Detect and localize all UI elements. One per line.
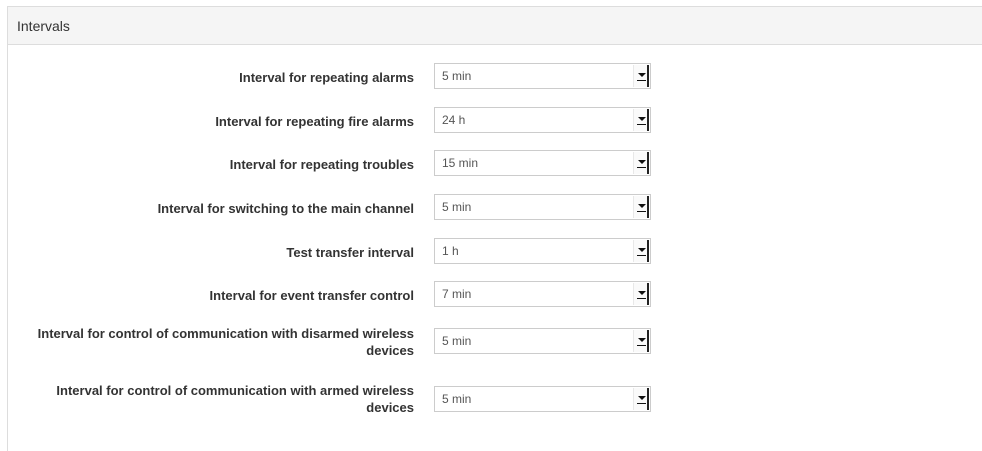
chevron-down-icon[interactable] bbox=[633, 330, 649, 352]
field-label: Interval for switching to the main chann… bbox=[157, 201, 414, 216]
form-row-switch-main-channel: Interval for switching to the main chann… bbox=[8, 194, 668, 222]
chevron-down-icon[interactable] bbox=[633, 152, 649, 174]
chevron-down-icon[interactable] bbox=[633, 109, 649, 131]
form-row-repeating-fire-alarms: Interval for repeating fire alarms 24 h bbox=[8, 107, 668, 135]
field-label: Interval for event transfer control bbox=[209, 288, 414, 303]
form-row-repeating-troubles: Interval for repeating troubles 15 min bbox=[8, 150, 668, 178]
field-label: Interval for control of communication wi… bbox=[56, 383, 414, 415]
form-row-test-transfer: Test transfer interval 1 h bbox=[8, 238, 668, 266]
field-label: Interval for repeating troubles bbox=[229, 157, 414, 172]
select-value: 1 h bbox=[442, 244, 459, 258]
panel-header: Intervals bbox=[8, 7, 982, 45]
form-row-repeating-alarms: Interval for repeating alarms 5 min bbox=[8, 63, 668, 91]
panel-title: Intervals bbox=[17, 18, 70, 34]
chevron-down-icon[interactable] bbox=[633, 65, 649, 87]
field-label: Interval for control of communication wi… bbox=[37, 326, 414, 358]
select-value: 24 h bbox=[442, 113, 466, 127]
repeating-alarms-select[interactable]: 5 min bbox=[434, 63, 651, 89]
select-value: 5 min bbox=[442, 334, 472, 348]
select-value: 5 min bbox=[442, 392, 472, 406]
form-row-armed-wireless: Interval for control of communication wi… bbox=[8, 381, 668, 421]
chevron-down-icon[interactable] bbox=[633, 196, 649, 218]
select-value: 15 min bbox=[442, 156, 479, 170]
form-row-event-transfer-control: Interval for event transfer control 7 mi… bbox=[8, 281, 668, 309]
select-value: 7 min bbox=[442, 287, 472, 301]
switch-main-channel-select[interactable]: 5 min bbox=[434, 194, 651, 220]
armed-wireless-select[interactable]: 5 min bbox=[434, 386, 651, 412]
repeating-fire-alarms-select[interactable]: 24 h bbox=[434, 107, 651, 133]
select-value: 5 min bbox=[442, 200, 472, 214]
form-row-disarmed-wireless: Interval for control of communication wi… bbox=[8, 323, 668, 363]
select-value: 5 min bbox=[442, 69, 472, 83]
event-transfer-control-select[interactable]: 7 min bbox=[434, 281, 651, 307]
intervals-panel: Intervals Interval for repeating alarms … bbox=[7, 6, 982, 451]
field-label: Interval for repeating fire alarms bbox=[215, 114, 414, 129]
chevron-down-icon[interactable] bbox=[633, 283, 649, 305]
chevron-down-icon[interactable] bbox=[633, 240, 649, 262]
chevron-down-icon[interactable] bbox=[633, 388, 649, 410]
disarmed-wireless-select[interactable]: 5 min bbox=[434, 328, 651, 354]
field-label: Test transfer interval bbox=[286, 245, 414, 260]
repeating-troubles-select[interactable]: 15 min bbox=[434, 150, 651, 176]
test-transfer-select[interactable]: 1 h bbox=[434, 238, 651, 264]
field-label: Interval for repeating alarms bbox=[239, 70, 414, 85]
